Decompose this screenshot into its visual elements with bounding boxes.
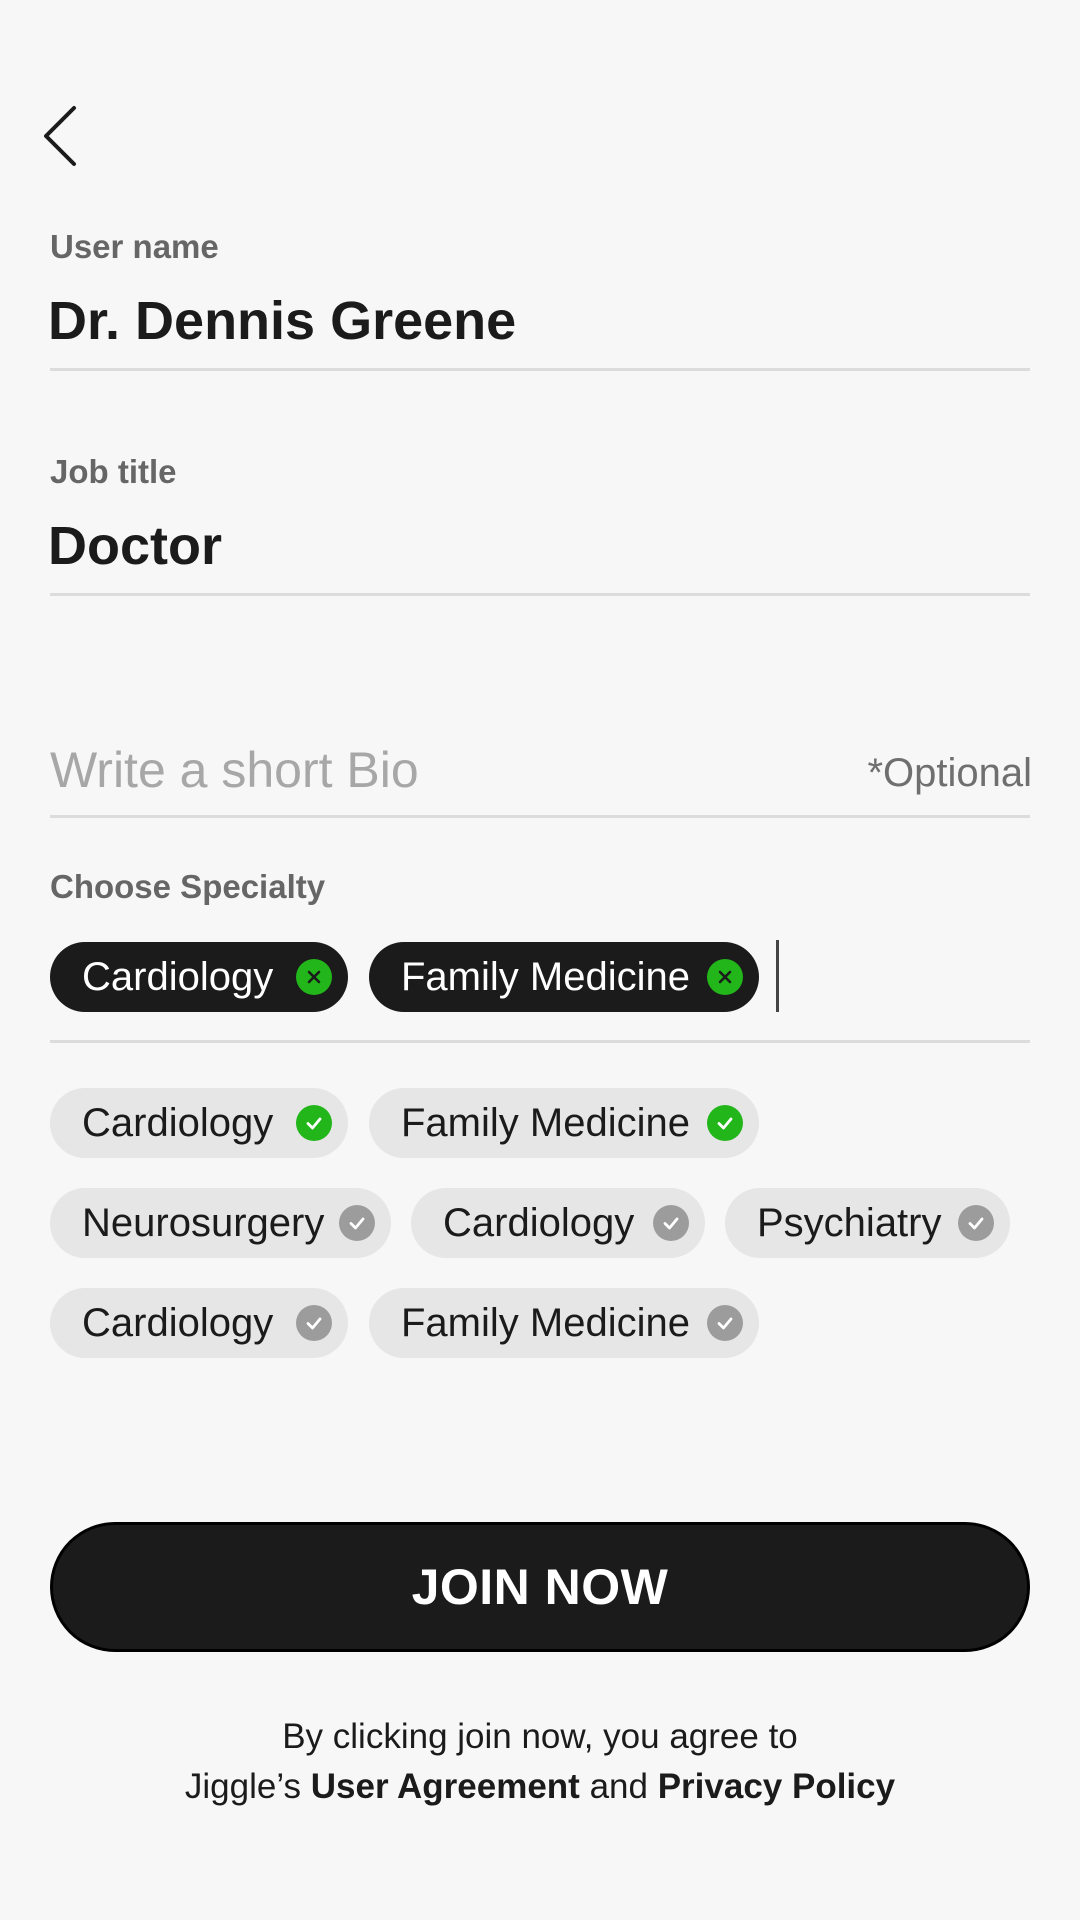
check-icon xyxy=(653,1205,689,1241)
legal-and: and xyxy=(589,1767,648,1806)
option-chip-psychiatry[interactable]: Psychiatry xyxy=(725,1188,1010,1258)
check-icon xyxy=(707,1105,743,1141)
legal-text: By clicking join now, you agree to Jiggl… xyxy=(0,1712,1080,1812)
job-title-value[interactable]: Doctor xyxy=(48,515,222,577)
chip-label: Cardiology xyxy=(443,1200,635,1245)
chevron-left-icon xyxy=(44,106,76,166)
user-agreement-link[interactable]: User Agreement xyxy=(311,1767,580,1806)
selected-chip-cardiology[interactable]: Cardiology xyxy=(50,942,348,1012)
chip-label: Family Medicine xyxy=(401,1100,690,1145)
privacy-policy-link[interactable]: Privacy Policy xyxy=(658,1767,895,1806)
job-title-underline xyxy=(50,593,1030,596)
job-title-field[interactable]: Job title Doctor xyxy=(48,450,1030,600)
remove-icon[interactable] xyxy=(296,959,332,995)
join-now-button[interactable]: JOIN NOW xyxy=(50,1522,1030,1652)
option-chip-cardiology[interactable]: Cardiology xyxy=(50,1088,348,1158)
chip-label: Family Medicine xyxy=(401,954,690,999)
option-chip-cardiology[interactable]: Cardiology xyxy=(411,1188,705,1258)
option-chip-cardiology[interactable]: Cardiology xyxy=(50,1288,348,1358)
chip-label: Neurosurgery xyxy=(82,1200,325,1245)
specialty-options: Cardiology Family Medicine Neurosurgery … xyxy=(50,1088,1030,1368)
check-icon xyxy=(296,1105,332,1141)
option-chip-family-medicine[interactable]: Family Medicine xyxy=(369,1288,759,1358)
legal-line-2: Jiggle’s User Agreement and Privacy Poli… xyxy=(0,1762,1080,1812)
check-icon xyxy=(296,1305,332,1341)
bio-placeholder[interactable]: Write a short Bio xyxy=(50,741,419,799)
username-value[interactable]: Dr. Dennis Greene xyxy=(48,290,516,352)
chip-label: Cardiology xyxy=(82,954,274,999)
back-button[interactable] xyxy=(40,100,100,172)
text-caret xyxy=(776,940,779,1012)
selected-chip-family-medicine[interactable]: Family Medicine xyxy=(369,942,759,1012)
job-title-label: Job title xyxy=(50,453,177,490)
signup-screen: User name Dr. Dennis Greene Job title Do… xyxy=(0,0,1080,1920)
selected-specialties[interactable]: Cardiology Family Medicine xyxy=(50,940,1030,1045)
option-chip-family-medicine[interactable]: Family Medicine xyxy=(369,1088,759,1158)
check-icon xyxy=(958,1205,994,1241)
username-field[interactable]: User name Dr. Dennis Greene xyxy=(48,225,1030,375)
chip-label: Psychiatry xyxy=(757,1200,942,1245)
chip-label: Cardiology xyxy=(82,1300,274,1345)
chip-label: Family Medicine xyxy=(401,1300,690,1345)
specialty-label: Choose Specialty xyxy=(50,868,326,905)
bio-optional-label: *Optional xyxy=(867,751,1032,795)
check-icon xyxy=(339,1205,375,1241)
bio-underline xyxy=(50,815,1030,818)
check-icon xyxy=(707,1305,743,1341)
legal-prefix: Jiggle’s xyxy=(184,1767,301,1806)
bio-field[interactable]: Write a short Bio *Optional xyxy=(50,735,1032,820)
specialty-underline xyxy=(50,1040,1030,1043)
option-chip-neurosurgery[interactable]: Neurosurgery xyxy=(50,1188,391,1258)
remove-icon[interactable] xyxy=(707,959,743,995)
username-label: User name xyxy=(50,228,219,265)
legal-line-1: By clicking join now, you agree to xyxy=(282,1717,798,1756)
username-underline xyxy=(50,368,1030,371)
chip-label: Cardiology xyxy=(82,1100,274,1145)
